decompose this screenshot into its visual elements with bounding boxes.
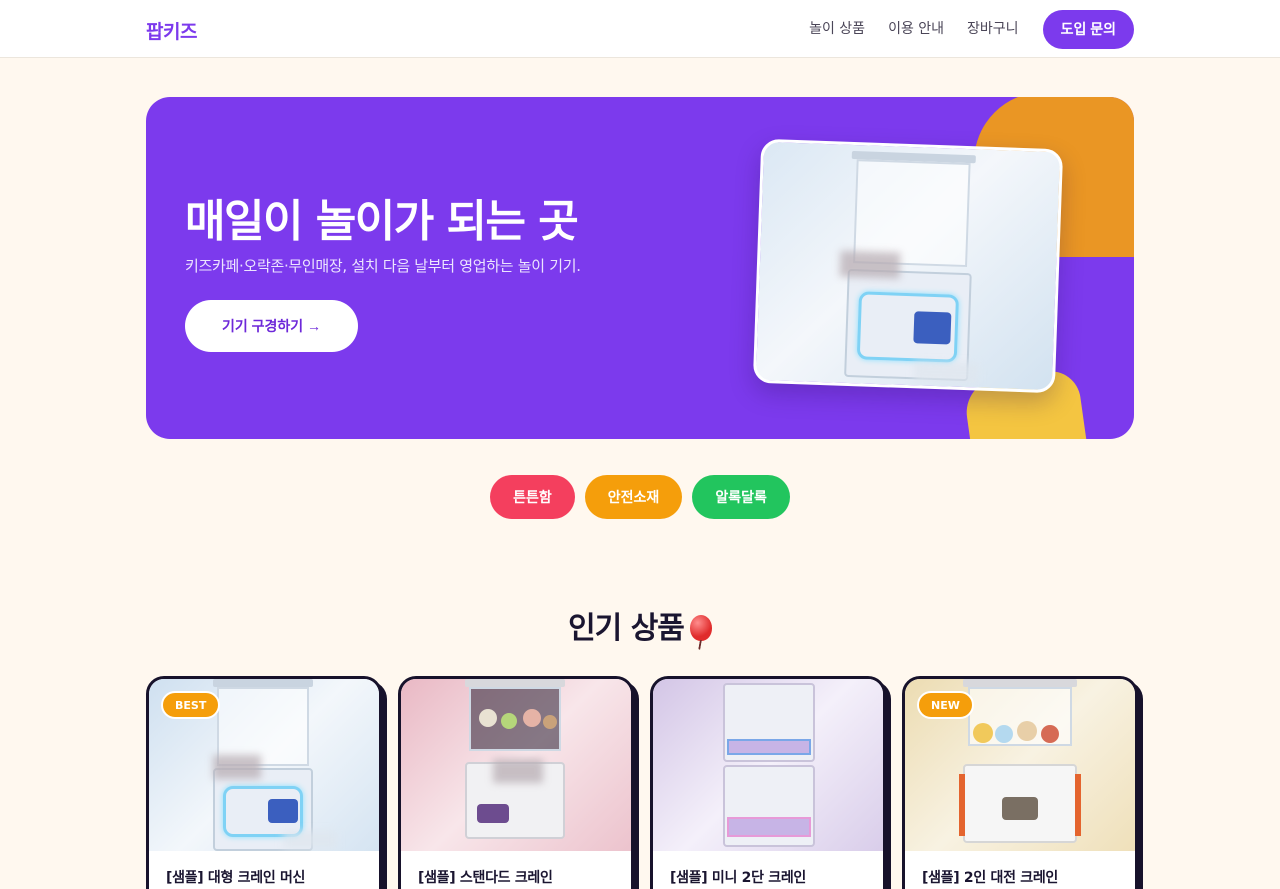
product-card[interactable]: NEW [샘플] 2인 대전 크레인 [902,676,1138,889]
section-title-text: 인기 상품 [568,611,685,646]
claw-machine-illustration [959,679,1081,843]
product-image [653,679,883,851]
product-name: [샘플] 스탠다드 크레인 [418,870,553,886]
site-logo[interactable]: 팝키즈 [146,17,197,44]
chip-safe-material[interactable]: 안전소재 [584,475,683,519]
claw-machine-illustration [465,679,565,839]
browse-machines-button[interactable]: 기기 구경하기 → [185,300,358,352]
claw-machine-illustration [839,150,979,384]
inquiry-button[interactable]: 도입 문의 [1042,9,1134,49]
product-image [401,679,631,851]
nav-link-cart[interactable]: 장바구니 [967,9,1019,49]
product-card[interactable]: [샘플] 스탠다드 크레인 [398,676,634,889]
product-card[interactable]: BEST [샘플] 대형 크레인 머신 [146,676,382,889]
new-badge: NEW [917,691,974,719]
product-name: [샘플] 미니 2단 크레인 [670,870,806,886]
chip-colorful[interactable]: 알록달록 [692,475,790,519]
hero-title: 매일이 놀이가 되는 곳 [185,196,579,247]
hero-banner: 매일이 놀이가 되는 곳 키즈카페·오락존·무인매장, 설치 다음 날부터 영업… [146,97,1134,439]
popular-products-heading: 인기 상품 [0,603,1280,647]
main-nav: 놀이 상품 이용 안내 장바구니 도입 문의 [809,9,1134,49]
site-header: 팝키즈 놀이 상품 이용 안내 장바구니 도입 문의 [0,0,1280,58]
product-name: [샘플] 대형 크레인 머신 [166,870,306,886]
chip-sturdy[interactable]: 튼튼함 [490,475,575,519]
nav-link-products[interactable]: 놀이 상품 [809,9,865,49]
claw-machine-illustration [723,683,815,847]
product-name: [샘플] 2인 대전 크레인 [922,870,1058,886]
product-card[interactable]: [샘플] 미니 2단 크레인 [650,676,886,889]
claw-machine-illustration [213,679,337,851]
hero-subtitle: 키즈카페·오락존·무인매장, 설치 다음 날부터 영업하는 놀이 기기. [185,257,581,275]
balloon-icon [689,615,712,641]
hero-product-image [752,138,1064,394]
feature-chips: 튼튼함 안전소재 알록달록 [0,475,1280,519]
nav-link-guide[interactable]: 이용 안내 [888,9,944,49]
best-badge: BEST [161,691,221,719]
